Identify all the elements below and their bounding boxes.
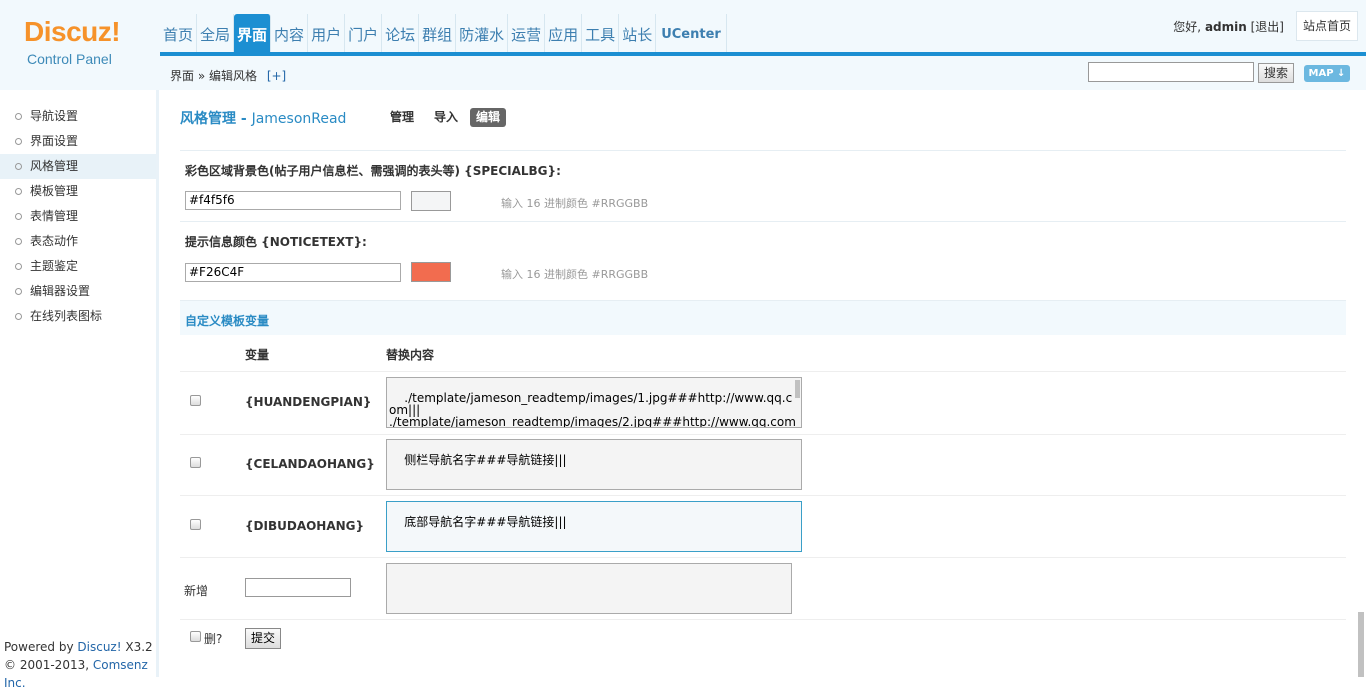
style-name: JamesonRead (251, 111, 347, 127)
textarea-text: ./template/jameson_readtemp/images/1.jpg… (389, 391, 796, 428)
noticetext-hint: 输入 16 进制颜色 #RRGGBB (501, 268, 649, 281)
sidebar-footer: Powered by Discuz! X3.2 © 2001-2013, Com… (4, 638, 156, 692)
username: admin (1204, 20, 1247, 34)
sidebar-item-6[interactable]: 主题鉴定 (0, 254, 156, 279)
variable-content-textarea[interactable]: ./template/jameson_readtemp/images/1.jpg… (386, 377, 802, 428)
sidebar-item-4[interactable]: 表情管理 (0, 204, 156, 229)
nav-item-7[interactable]: 群组 (419, 14, 457, 52)
variable-name: {CELANDAOHANG} (245, 457, 375, 471)
nav-item-1[interactable]: 全局 (197, 14, 235, 52)
logout-link[interactable]: [退出] (1251, 20, 1284, 34)
sidebar-menu: 导航设置 界面设置 风格管理 模板管理 表情管理 表态动作 主题鉴定 编辑器设置 在线列表图标 (0, 104, 156, 329)
page-title: 风格管理 - JamesonRead (180, 108, 346, 128)
textarea-scrollbar[interactable] (795, 380, 800, 398)
nav-item-3[interactable]: 内容 (271, 14, 309, 52)
breadcrumb-add-shortcut[interactable]: [+] (267, 69, 286, 83)
noticetext-label: 提示信息颜色 {NOTICETEXT}: (185, 235, 367, 249)
site-home-button[interactable]: 站点首页 (1296, 11, 1358, 41)
search-button[interactable]: 搜索 (1258, 63, 1294, 83)
breadcrumb: 界面 » 编辑风格 [+] (170, 67, 286, 84)
column-header-variable: 变量 (245, 348, 270, 362)
specialbg-label: 彩色区域背景色(帖子用户信息栏、需强调的表头等) {SPECIALBG}: (185, 164, 561, 178)
nav-item-4[interactable]: 用户 (308, 14, 346, 52)
logo-brand: Discuz! (24, 16, 121, 47)
specialbg-input[interactable]: #f4f5f6 (185, 191, 401, 210)
row-divider (180, 557, 1346, 558)
nav-item-0[interactable]: 首页 (160, 14, 198, 52)
nav-underline (160, 52, 1366, 56)
column-header-content: 替换内容 (386, 348, 435, 362)
nav-item-6[interactable]: 论坛 (382, 14, 420, 52)
version-text: X3.2 (125, 640, 153, 654)
variable-name: {HUANDENGPIAN} (245, 395, 372, 409)
nav-item-12[interactable]: 站长 (619, 14, 657, 52)
map-button[interactable]: MAP ↓ (1304, 65, 1350, 82)
copyright-text: © 2001-2013, (4, 658, 90, 672)
new-variable-content[interactable] (386, 563, 792, 614)
variable-content-textarea[interactable]: 侧栏导航名字###导航链接||| (386, 439, 802, 490)
top-nav: 首页 全局 界面 内容 用户 门户 论坛 群组 防灌水 运营 应用 工具 站长 UCenter (160, 14, 727, 52)
search-input[interactable] (1088, 62, 1254, 82)
noticetext-swatch[interactable] (411, 262, 451, 282)
textarea-text: 底部导航名字###导航链接||| (404, 515, 567, 529)
divider (180, 150, 1346, 151)
sidebar-item-2[interactable]: 风格管理 (0, 154, 156, 179)
page-title-prefix: 风格管理 - (180, 111, 252, 127)
header: Discuz! Control Panel 首页 全局 界面 内容 用户 门户 论坛 群组 防灌… (0, 0, 1366, 90)
nav-item-11[interactable]: 工具 (582, 14, 620, 52)
nav-item-8[interactable]: 防灌水 (456, 14, 509, 52)
user-area: 您好, admin [退出] (1173, 18, 1284, 35)
greeting: 您好, (1173, 20, 1202, 34)
nav-item-9[interactable]: 运营 (508, 14, 546, 52)
nav-item-5[interactable]: 门户 (345, 14, 383, 52)
powered-by-text: Powered by (4, 640, 74, 654)
logo-subtitle: Control Panel (27, 51, 112, 67)
row-divider (180, 434, 1346, 435)
textarea-text: 侧栏导航名字###导航链接||| (404, 453, 567, 467)
delete-checkbox[interactable] (190, 631, 201, 642)
row-checkbox[interactable] (190, 395, 201, 406)
specialbg-swatch[interactable] (411, 191, 451, 211)
delete-label: 删? (204, 632, 223, 646)
tab-import[interactable]: 导入 (428, 108, 464, 127)
tab-edit[interactable]: 编辑 (470, 108, 507, 127)
tab-manage[interactable]: 管理 (384, 108, 420, 127)
sidebar-item-0[interactable]: 导航设置 (0, 104, 156, 129)
row-divider (180, 619, 1346, 620)
new-variable-label: 新增 (184, 584, 209, 598)
nav-item-10[interactable]: 应用 (545, 14, 583, 52)
divider (180, 221, 1346, 222)
new-variable-input[interactable] (245, 578, 351, 597)
breadcrumb-text: 界面 » 编辑风格 (170, 69, 257, 83)
logo[interactable]: Discuz! Control Panel (0, 0, 158, 90)
variable-content-textarea[interactable]: 底部导航名字###导航链接||| (386, 501, 802, 552)
sidebar-item-7[interactable]: 编辑器设置 (0, 279, 156, 304)
section-title: 自定义模板变量 (185, 314, 270, 328)
row-divider (180, 371, 1346, 372)
row-checkbox[interactable] (190, 519, 201, 530)
sidebar-item-8[interactable]: 在线列表图标 (0, 304, 156, 329)
noticetext-input[interactable]: #F26C4F (185, 263, 401, 282)
nav-item-2[interactable]: 界面 (234, 14, 272, 52)
main-content: 风格管理 - JamesonRead 管理 导入 编辑 彩色区域背景色(帖子用户… (160, 90, 1366, 677)
variable-name: {DIBUDAOHANG} (245, 519, 365, 533)
row-checkbox[interactable] (190, 457, 201, 468)
sidebar-item-5[interactable]: 表态动作 (0, 229, 156, 254)
sidebar-item-3[interactable]: 模板管理 (0, 179, 156, 204)
submit-button[interactable]: 提交 (245, 628, 281, 649)
nav-item-13[interactable]: UCenter (656, 14, 727, 52)
sidebar: 导航设置 界面设置 风格管理 模板管理 表情管理 表态动作 主题鉴定 编辑器设置 在线列表图标 … (0, 90, 159, 690)
row-divider (180, 495, 1346, 496)
page-scrollbar[interactable] (1358, 612, 1364, 677)
specialbg-hint: 输入 16 进制颜色 #RRGGBB (501, 197, 649, 210)
discuz-link[interactable]: Discuz! (77, 640, 121, 654)
section-header: 自定义模板变量 (180, 300, 1346, 335)
sidebar-item-1[interactable]: 界面设置 (0, 129, 156, 154)
